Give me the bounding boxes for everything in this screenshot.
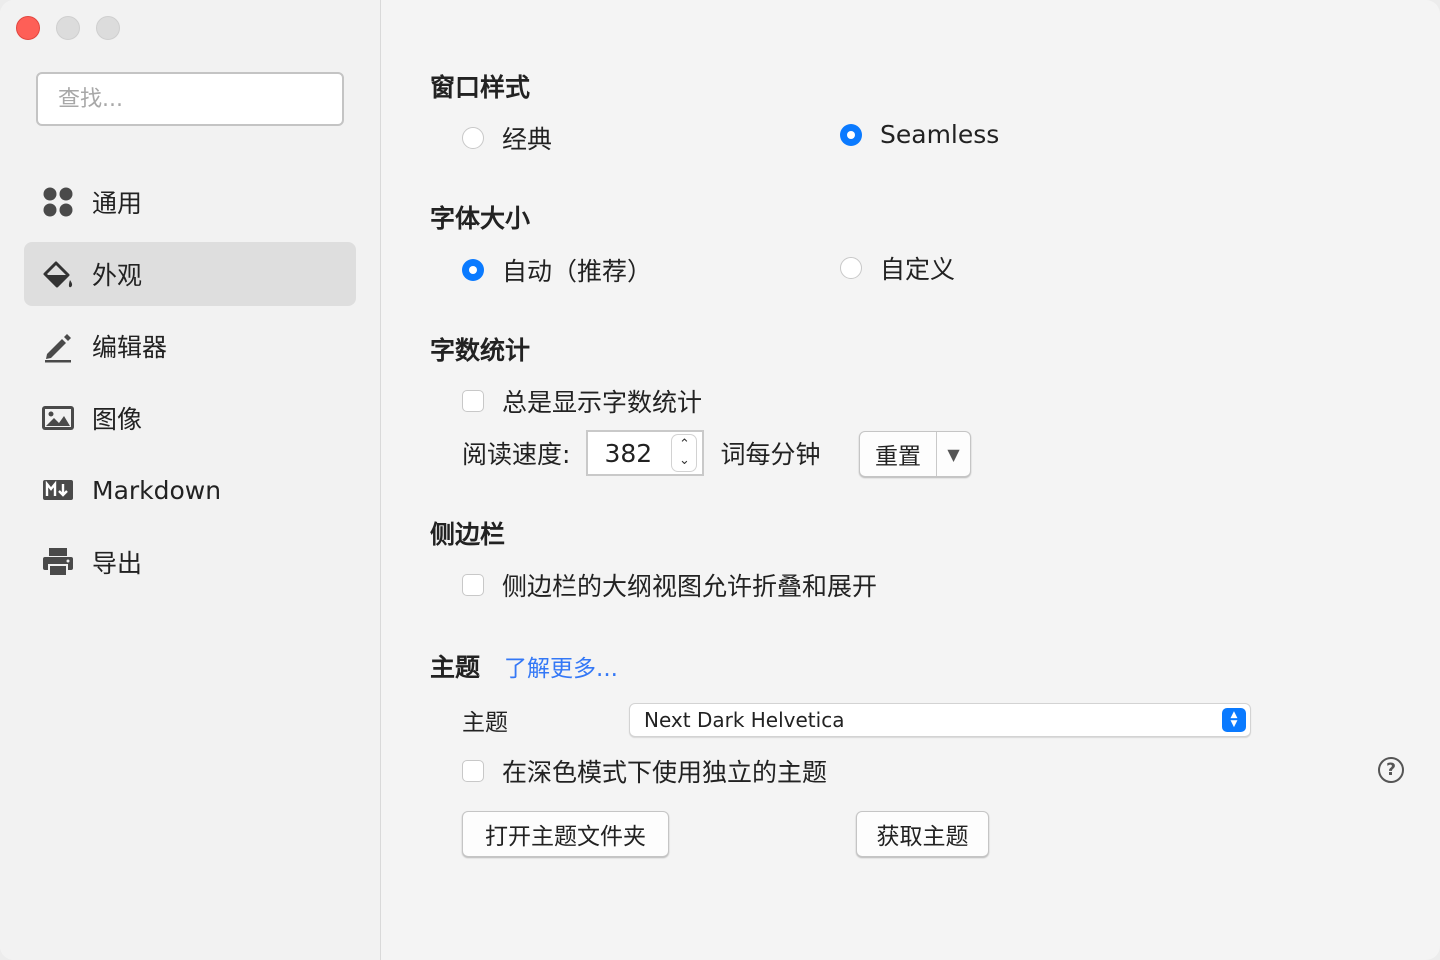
close-window-button[interactable] — [16, 16, 40, 40]
always-show-word-count-checkbox[interactable] — [462, 390, 484, 412]
custom-radio[interactable] — [840, 257, 862, 279]
sidebar-item-label: 通用 — [92, 189, 143, 218]
pencil-icon — [40, 328, 76, 364]
chevron-up-icon[interactable]: ⌃ — [679, 437, 690, 453]
theme-heading-row: 主题 了解更多... — [430, 648, 618, 684]
sidebar-item-markdown[interactable]: Markdown — [24, 458, 356, 522]
outline-collapse-checkbox[interactable] — [462, 574, 484, 596]
auto-radio[interactable] — [462, 259, 484, 281]
window-style-heading: 窗口样式 — [430, 73, 531, 102]
font-size-option-auto[interactable]: 自动（推荐） — [462, 252, 652, 288]
seamless-label: Seamless — [880, 120, 1000, 149]
image-icon — [40, 400, 76, 436]
reset-button-label[interactable]: 重置 — [860, 437, 936, 471]
reading-speed-stepper[interactable]: ⌃ ⌄ — [672, 435, 697, 471]
dark-mode-theme-label: 在深色模式下使用独立的主题 — [502, 758, 828, 787]
sidebar-item-export[interactable]: 导出 — [24, 530, 356, 594]
help-icon[interactable]: ? — [1378, 757, 1404, 783]
sidebar-section-heading: 侧边栏 — [430, 520, 506, 549]
theme-label: 主题 — [462, 710, 508, 736]
zoom-window-button[interactable] — [96, 16, 120, 40]
reading-speed-value[interactable]: 382 — [588, 439, 652, 468]
printer-icon — [40, 544, 76, 580]
outline-collapse-label: 侧边栏的大纲视图允许折叠和展开 — [502, 572, 878, 601]
paint-bucket-icon — [40, 256, 76, 292]
theme-select-value: Next Dark Helvetica — [644, 708, 845, 732]
sidebar-nav: 通用 外观 编辑器 图像 Markdown 导出 — [24, 170, 356, 602]
always-show-word-count-label: 总是显示字数统计 — [502, 388, 703, 417]
markdown-icon — [40, 472, 76, 508]
sidebar-item-label: 图像 — [92, 405, 143, 434]
minimize-window-button[interactable] — [56, 16, 80, 40]
sidebar-item-editor[interactable]: 编辑器 — [24, 314, 356, 378]
dark-mode-theme-checkbox[interactable] — [462, 760, 484, 782]
dropdown-caret-icon[interactable]: ▼ — [937, 445, 970, 464]
word-count-heading: 字数统计 — [430, 336, 531, 365]
window-style-option-classic[interactable]: 经典 — [462, 120, 552, 156]
outline-collapse-row[interactable]: 侧边栏的大纲视图允许折叠和展开 — [462, 567, 877, 603]
sidebar-item-general[interactable]: 通用 — [24, 170, 356, 234]
classic-label: 经典 — [502, 125, 553, 154]
sidebar-item-appearance[interactable]: 外观 — [24, 242, 356, 306]
seamless-radio[interactable] — [840, 123, 862, 146]
sidebar-item-label: 外观 — [92, 261, 143, 290]
window-controls — [16, 16, 120, 40]
sidebar-item-image[interactable]: 图像 — [24, 386, 356, 450]
custom-label: 自定义 — [880, 255, 956, 284]
font-size-heading: 字体大小 — [430, 204, 531, 233]
sidebar: 通用 外观 编辑器 图像 — [0, 0, 381, 960]
reading-speed-label: 阅读速度: — [462, 440, 571, 469]
reading-speed-field[interactable]: 382 ⌃ ⌄ — [586, 430, 705, 476]
preferences-window: 通用 外观 编辑器 图像 — [0, 0, 1440, 960]
appearance-settings-pane: 窗口样式 经典 Seamless 字体大小 自动（推荐） 自定义 字数统计 总是… — [381, 0, 1440, 960]
reading-speed-unit: 词每分钟 — [720, 440, 821, 469]
reset-split-button[interactable]: 重置 ▼ — [859, 431, 971, 477]
grid-dots-icon — [40, 184, 76, 220]
theme-select[interactable]: Next Dark Helvetica ▲ ▼ — [629, 703, 1251, 737]
dark-mode-theme-row[interactable]: 在深色模式下使用独立的主题 — [462, 753, 827, 789]
sidebar-item-label: Markdown — [92, 475, 222, 505]
always-show-word-count-row[interactable]: 总是显示字数统计 — [462, 383, 702, 419]
select-arrows-icon: ▲ ▼ — [1222, 708, 1246, 732]
window-style-option-seamless[interactable]: Seamless — [840, 120, 999, 149]
sidebar-item-label: 导出 — [92, 549, 143, 578]
reading-speed-row: 阅读速度: 382 ⌃ ⌄ 词每分钟 — [462, 430, 820, 476]
open-theme-folder-button[interactable]: 打开主题文件夹 — [462, 811, 669, 857]
chevron-down-icon[interactable]: ⌄ — [679, 453, 690, 469]
theme-heading: 主题 — [430, 653, 481, 682]
font-size-option-custom[interactable]: 自定义 — [840, 250, 955, 286]
search-input[interactable] — [38, 74, 342, 124]
classic-radio[interactable] — [462, 127, 484, 149]
search-box — [36, 72, 344, 126]
sidebar-item-label: 编辑器 — [92, 333, 168, 362]
get-themes-button[interactable]: 获取主题 — [856, 811, 989, 857]
learn-more-link[interactable]: 了解更多... — [504, 649, 618, 683]
auto-label: 自动（推荐） — [502, 257, 653, 286]
